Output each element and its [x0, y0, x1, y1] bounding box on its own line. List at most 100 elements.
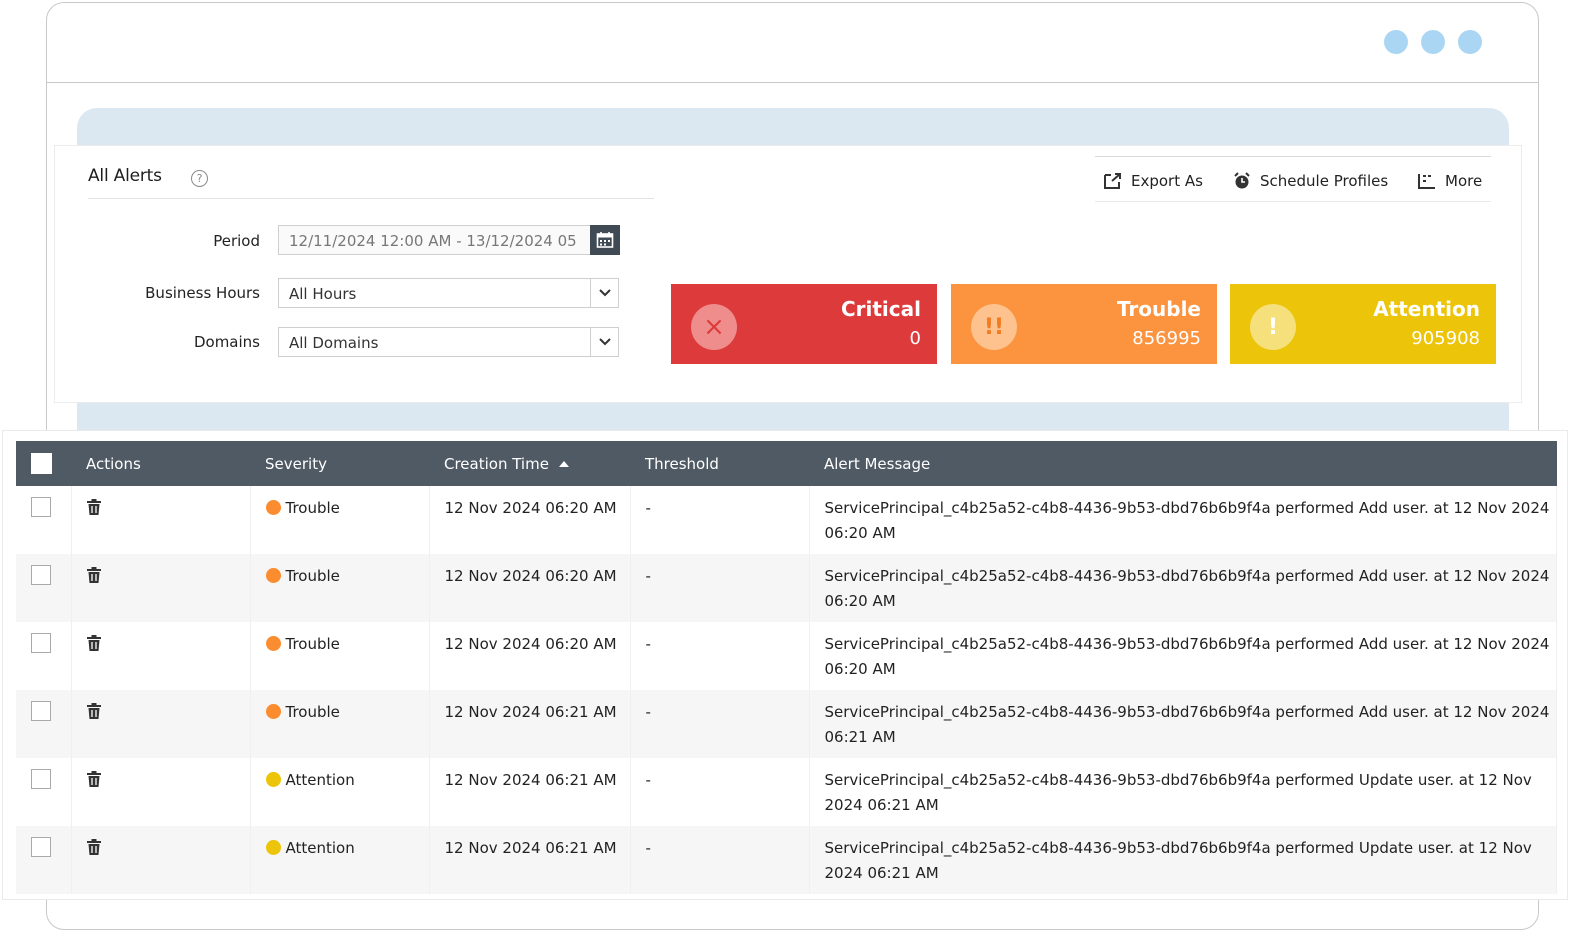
table-row[interactable]: Trouble 12 Nov 2024 06:21 AM - ServicePrinc… — [16, 690, 1557, 758]
row-threshold: - — [630, 554, 810, 622]
row-alert-message: ServicePrincipal_c4b25a52-c4b8-4436-9b53… — [809, 486, 1557, 554]
row-actions-cell — [71, 486, 251, 554]
row-alert-message: ServicePrincipal_c4b25a52-c4b8-4436-9b53… — [809, 758, 1557, 826]
title-divider — [88, 198, 654, 199]
row-threshold: - — [630, 486, 810, 554]
table-row[interactable]: Attention 12 Nov 2024 06:21 AM - ServicePri… — [16, 826, 1557, 894]
severity-dot-icon — [265, 636, 281, 651]
row-checkbox[interactable] — [31, 701, 51, 721]
column-header-severity[interactable]: Severity — [250, 441, 429, 486]
export-button[interactable]: Export As — [1103, 172, 1203, 190]
trash-icon[interactable] — [86, 635, 101, 651]
row-select-cell — [16, 486, 72, 554]
row-checkbox[interactable] — [31, 837, 51, 857]
trash-icon[interactable] — [86, 839, 101, 855]
severity-label: Attention — [285, 839, 355, 857]
table-header-row: Actions Severity Creation Time Threshold… — [16, 441, 1557, 486]
attention-count: 905908 — [1411, 328, 1480, 349]
severity-label: Trouble — [285, 567, 340, 585]
export-icon — [1104, 173, 1121, 189]
row-actions-cell — [71, 826, 251, 894]
trouble-label: Trouble — [1116, 297, 1201, 321]
column-header-creation-time[interactable]: Creation Time — [429, 441, 630, 486]
window-control-dot[interactable] — [1421, 30, 1445, 54]
business-hours-value: All Hours — [289, 285, 357, 303]
row-severity-cell: Trouble — [250, 486, 430, 554]
severity-dot-icon — [265, 704, 281, 719]
more-button[interactable]: More — [1417, 172, 1482, 190]
trash-icon[interactable] — [86, 703, 101, 719]
row-severity-cell: Trouble — [250, 622, 430, 690]
panel-bottom-band — [77, 403, 1509, 431]
window-control-dot[interactable] — [1458, 30, 1482, 54]
calendar-button[interactable] — [590, 225, 620, 255]
period-input[interactable]: 12/11/2024 12:00 AM - 13/12/2024 05 — [278, 225, 592, 255]
severity-dot-icon — [265, 772, 281, 787]
column-header-alert-message[interactable]: Alert Message — [809, 441, 1557, 486]
row-select-cell — [16, 554, 72, 622]
row-checkbox[interactable] — [31, 565, 51, 585]
table-row[interactable]: Trouble 12 Nov 2024 06:20 AM - ServicePrinc… — [16, 486, 1557, 554]
page-title: All Alerts — [88, 166, 162, 186]
row-creation-time: 12 Nov 2024 06:20 AM — [429, 554, 631, 622]
row-checkbox[interactable] — [31, 633, 51, 653]
row-severity-cell: Trouble — [250, 690, 430, 758]
attention-label: Attention — [1373, 297, 1480, 321]
alerts-filter-panel: All Alerts ? Export As Schedule Profiles — [54, 145, 1522, 403]
critical-summary-card[interactable]: × Critical 0 — [671, 284, 937, 364]
column-header-threshold[interactable]: Threshold — [630, 441, 809, 486]
domains-select[interactable]: All Domains — [278, 327, 619, 357]
row-creation-time: 12 Nov 2024 06:21 AM — [429, 758, 631, 826]
row-select-cell — [16, 690, 72, 758]
domains-value: All Domains — [289, 334, 379, 352]
row-select-cell — [16, 826, 72, 894]
sort-ascending-icon[interactable] — [558, 460, 569, 467]
severity-dot-icon — [265, 500, 281, 515]
row-threshold: - — [630, 622, 810, 690]
row-alert-message: ServicePrincipal_c4b25a52-c4b8-4436-9b53… — [809, 690, 1557, 758]
alerts-table: Actions Severity Creation Time Threshold… — [16, 441, 1557, 894]
panel-top-band — [77, 108, 1509, 148]
export-label: Export As — [1131, 172, 1203, 190]
trash-icon[interactable] — [86, 771, 101, 787]
row-alert-message: ServicePrincipal_c4b25a52-c4b8-4436-9b53… — [809, 622, 1557, 690]
table-row[interactable]: Trouble 12 Nov 2024 06:20 AM - ServicePrinc… — [16, 622, 1557, 690]
row-select-cell — [16, 758, 72, 826]
critical-label: Critical — [840, 297, 921, 321]
severity-dot-icon — [265, 568, 281, 583]
business-hours-label: Business Hours — [145, 284, 260, 302]
attention-summary-card[interactable]: ! Attention 905908 — [1230, 284, 1496, 364]
business-hours-select[interactable]: All Hours — [278, 278, 619, 308]
row-threshold: - — [630, 690, 810, 758]
row-creation-time: 12 Nov 2024 06:20 AM — [429, 622, 631, 690]
row-actions-cell — [71, 554, 251, 622]
row-creation-time: 12 Nov 2024 06:21 AM — [429, 826, 631, 894]
period-label: Period — [213, 232, 260, 250]
row-severity-cell: Attention — [250, 758, 430, 826]
column-header-actions: Actions — [86, 454, 141, 473]
window-header — [47, 3, 1538, 83]
trash-icon[interactable] — [86, 567, 101, 583]
trash-icon[interactable] — [86, 499, 101, 515]
window-control-dot[interactable] — [1384, 30, 1408, 54]
row-severity-cell: Attention — [250, 826, 430, 894]
row-checkbox[interactable] — [31, 497, 51, 517]
chevron-down-icon[interactable] — [590, 279, 618, 307]
severity-label: Trouble — [285, 635, 340, 653]
critical-count: 0 — [909, 328, 921, 349]
severity-dot-icon — [265, 840, 281, 855]
row-alert-message: ServicePrincipal_c4b25a52-c4b8-4436-9b53… — [809, 554, 1557, 622]
chevron-down-icon[interactable] — [590, 328, 618, 356]
row-creation-time: 12 Nov 2024 06:21 AM — [429, 690, 631, 758]
row-threshold: - — [630, 758, 810, 826]
table-row[interactable]: Trouble 12 Nov 2024 06:20 AM - ServicePrinc… — [16, 554, 1557, 622]
trouble-summary-card[interactable]: !! Trouble 856995 — [951, 284, 1217, 364]
schedule-profiles-button[interactable]: Schedule Profiles — [1232, 172, 1388, 190]
row-checkbox[interactable] — [31, 769, 51, 789]
schedule-profiles-label: Schedule Profiles — [1260, 172, 1389, 190]
domains-label: Domains — [193, 333, 260, 351]
select-all-checkbox[interactable] — [31, 453, 52, 474]
table-row[interactable]: Attention 12 Nov 2024 06:21 AM - ServicePri… — [16, 758, 1557, 826]
help-icon[interactable]: ? — [191, 170, 208, 187]
creation-time-header-label: Creation Time — [444, 454, 549, 473]
